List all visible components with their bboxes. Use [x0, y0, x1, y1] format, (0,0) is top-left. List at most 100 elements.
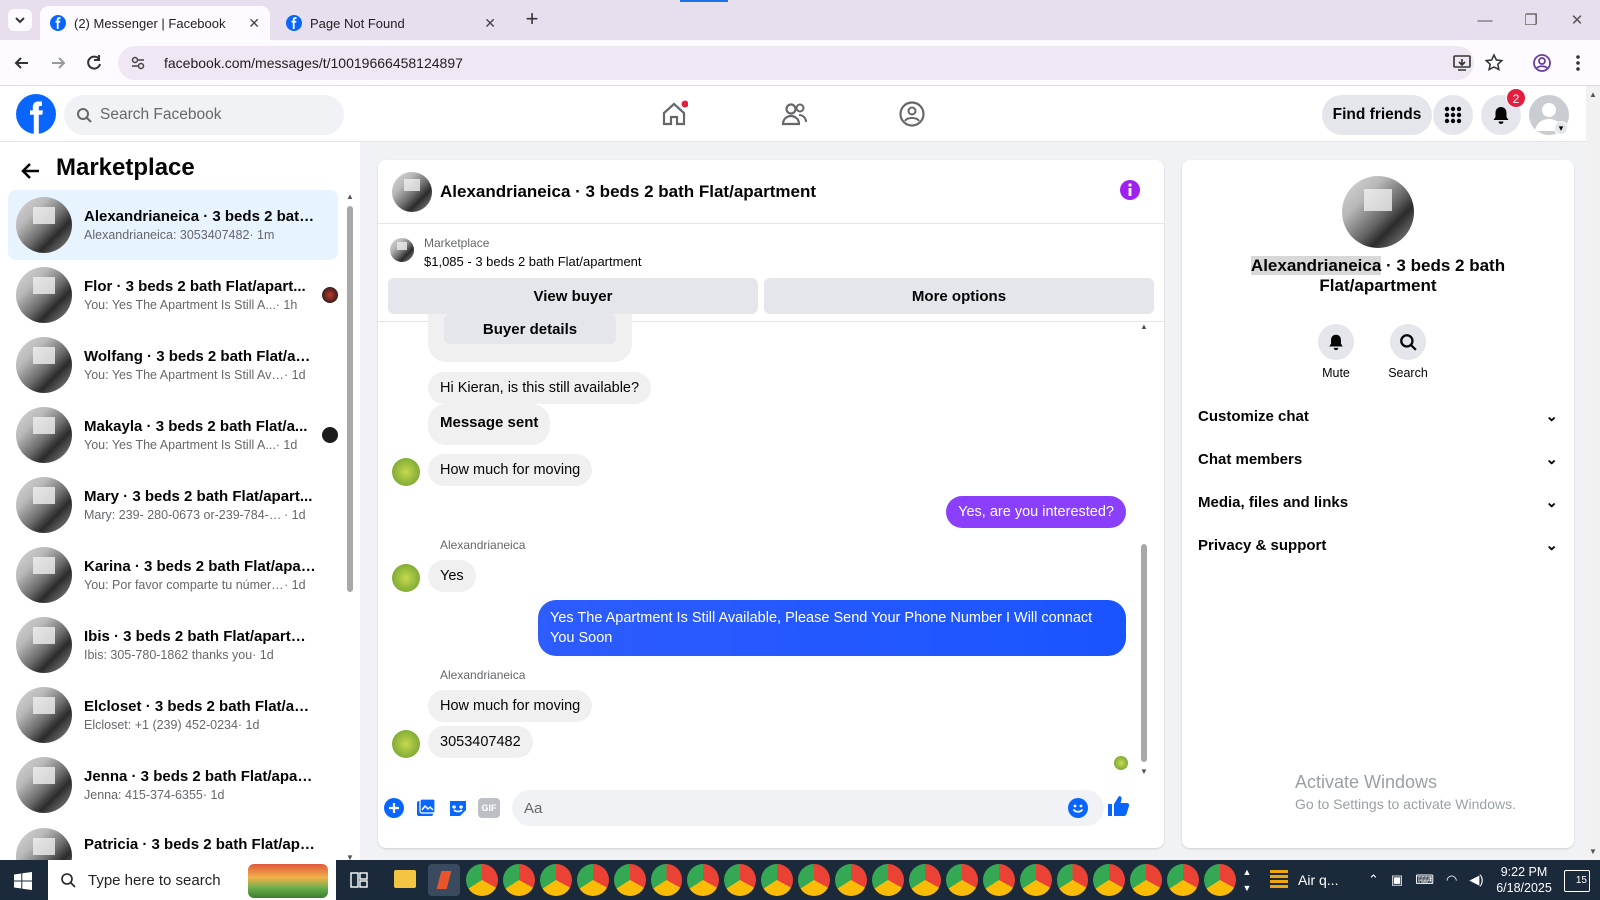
- conversation-item[interactable]: Wolfang · 3 beds 2 bath Flat/ap... You: …: [8, 330, 338, 400]
- details-avatar[interactable]: [1342, 176, 1414, 248]
- site-settings-icon[interactable]: [130, 55, 146, 71]
- menu-grid-button[interactable]: [1433, 95, 1473, 135]
- mute-button[interactable]: [1318, 324, 1354, 360]
- url-bar[interactable]: facebook.com/messages/t/1001966645812489…: [118, 46, 1474, 80]
- chrome-app-icon[interactable]: [650, 864, 683, 896]
- info-icon[interactable]: [1119, 179, 1141, 201]
- back-arrow-icon[interactable]: [12, 53, 32, 73]
- section-customize-chat[interactable]: Customize chat ⌄: [1194, 394, 1562, 438]
- message-bubble[interactable]: 3053407482: [428, 726, 533, 758]
- pinned-app-icon[interactable]: [428, 864, 460, 896]
- chrome-app-icon[interactable]: [761, 864, 794, 896]
- search-conversation-button[interactable]: [1390, 324, 1426, 360]
- task-view-icon[interactable]: [350, 872, 368, 888]
- gif-icon[interactable]: GIF: [478, 798, 500, 818]
- conversation-item[interactable]: Patricia · 3 beds 2 bath Flat/apa...: [8, 820, 338, 860]
- listing-price[interactable]: $1,085 - 3 beds 2 bath Flat/apartment: [424, 254, 642, 269]
- sticker-icon[interactable]: [448, 798, 468, 818]
- chrome-app-icon[interactable]: [687, 864, 720, 896]
- page-scrollbar[interactable]: ▲ ▼: [1586, 86, 1600, 860]
- chat-avatar[interactable]: [392, 172, 432, 212]
- facebook-search-input[interactable]: Search Facebook: [64, 95, 344, 135]
- install-app-icon[interactable]: [1452, 53, 1472, 73]
- chrome-app-icon[interactable]: [1093, 864, 1126, 896]
- view-buyer-button[interactable]: View buyer: [388, 278, 758, 314]
- chrome-app-icon[interactable]: [502, 864, 535, 896]
- sender-avatar[interactable]: [392, 564, 420, 592]
- new-tab-button[interactable]: +: [520, 8, 544, 32]
- conversation-item[interactable]: Mary · 3 beds 2 bath Flat/apart... Mary:…: [8, 470, 338, 540]
- windows-start-icon[interactable]: [14, 872, 32, 890]
- chrome-app-icon[interactable]: [539, 864, 572, 896]
- sender-avatar[interactable]: [392, 730, 420, 758]
- show-hidden-icons-icon[interactable]: ⌃: [1368, 872, 1379, 888]
- profile-icon[interactable]: [1532, 53, 1552, 73]
- friends-icon[interactable]: [780, 100, 808, 128]
- groups-icon[interactable]: [898, 100, 926, 128]
- chrome-app-icon[interactable]: [613, 864, 646, 896]
- chrome-app-icon[interactable]: [982, 864, 1015, 896]
- message-sent-card[interactable]: Message sent: [428, 404, 551, 445]
- forward-arrow-icon[interactable]: [48, 53, 68, 73]
- chrome-app-icon[interactable]: [871, 864, 904, 896]
- section-media-files-links[interactable]: Media, files and links ⌄: [1194, 480, 1562, 524]
- clock[interactable]: 9:22 PM 6/18/2025: [1484, 864, 1564, 896]
- restore-button[interactable]: ❐: [1508, 0, 1554, 40]
- volume-icon[interactable]: ◀): [1469, 872, 1483, 888]
- section-chat-members[interactable]: Chat members ⌄: [1194, 437, 1562, 481]
- close-tab-icon[interactable]: ✕: [248, 15, 260, 32]
- taskbar-search-input[interactable]: Type here to search: [48, 860, 336, 900]
- reload-icon[interactable]: [84, 53, 104, 73]
- chrome-app-icon[interactable]: [1056, 864, 1089, 896]
- bookmark-star-icon[interactable]: [1484, 53, 1504, 73]
- chrome-app-icon[interactable]: [1019, 864, 1052, 896]
- conversation-item[interactable]: Ibis · 3 beds 2 bath Flat/apartme... Ibi…: [8, 610, 338, 680]
- message-input[interactable]: Aa: [512, 790, 1104, 826]
- taskbar-overflow-button[interactable]: ▲ ▼: [1240, 864, 1254, 896]
- device-icon[interactable]: ▣: [1391, 872, 1403, 888]
- section-privacy-support[interactable]: Privacy & support ⌄: [1194, 523, 1562, 567]
- chrome-app-icon[interactable]: [798, 864, 831, 896]
- listing-thumbnail[interactable]: [390, 238, 414, 262]
- conversation-item[interactable]: Karina · 3 beds 2 bath Flat/apart... You…: [8, 540, 338, 610]
- chrome-app-icon[interactable]: [908, 864, 941, 896]
- account-chevron-icon[interactable]: ▾: [1554, 121, 1568, 135]
- wifi-icon[interactable]: ◠: [1446, 872, 1457, 888]
- file-explorer-icon[interactable]: [394, 870, 416, 888]
- message-bubble[interactable]: Yes: [428, 560, 476, 592]
- chrome-app-icon[interactable]: [724, 864, 757, 896]
- tab-messenger[interactable]: (2) Messenger | Facebook ✕: [40, 6, 270, 40]
- conversation-item[interactable]: Jenna · 3 beds 2 bath Flat/apart... Jenn…: [8, 750, 338, 820]
- tab-page-not-found[interactable]: Page Not Found ✕: [276, 6, 506, 40]
- more-options-button[interactable]: More options: [764, 278, 1154, 314]
- message-bubble[interactable]: Hi Kieran, is this still available?: [428, 372, 652, 404]
- conversation-item[interactable]: Alexandrianeica · 3 beds 2 bath ... Alex…: [8, 190, 338, 260]
- home-icon[interactable]: [660, 100, 688, 128]
- chrome-app-icon[interactable]: [945, 864, 978, 896]
- buyer-details-button[interactable]: Buyer details: [444, 314, 616, 344]
- browser-menu-icon[interactable]: [1568, 53, 1588, 73]
- photo-icon[interactable]: [416, 798, 436, 818]
- plus-circle-icon[interactable]: [384, 798, 404, 818]
- sender-avatar[interactable]: [392, 458, 420, 486]
- conversation-list-scrollbar[interactable]: ▲ ▼: [344, 192, 356, 862]
- chrome-app-icon[interactable]: [1204, 864, 1237, 896]
- tab-list-button[interactable]: [8, 9, 32, 31]
- notification-center-button[interactable]: 15: [1564, 870, 1590, 892]
- message-bubble[interactable]: How much for moving: [428, 454, 593, 486]
- emoji-icon[interactable]: [1068, 798, 1088, 818]
- message-bubble[interactable]: How much for moving: [428, 690, 593, 722]
- message-bubble-outgoing[interactable]: Yes, are you interested?: [946, 496, 1126, 528]
- conversation-item[interactable]: Flor · 3 beds 2 bath Flat/apart... You: …: [8, 260, 338, 330]
- weather-widget[interactable]: Air q...: [1270, 860, 1338, 900]
- close-window-button[interactable]: ✕: [1554, 0, 1600, 40]
- chrome-app-icon[interactable]: [576, 864, 609, 896]
- chat-title[interactable]: Alexandrianeica · 3 beds 2 bath Flat/apa…: [440, 182, 816, 202]
- message-bubble-outgoing[interactable]: Yes The Apartment Is Still Available, Pl…: [538, 600, 1126, 656]
- chrome-app-icon[interactable]: [466, 864, 498, 896]
- chrome-app-icon[interactable]: [1167, 864, 1200, 896]
- thumbs-up-icon[interactable]: [1106, 794, 1130, 818]
- input-method-icon[interactable]: ⌨: [1415, 872, 1434, 888]
- close-tab-icon[interactable]: ✕: [484, 15, 496, 32]
- back-arrow-icon[interactable]: [20, 160, 42, 182]
